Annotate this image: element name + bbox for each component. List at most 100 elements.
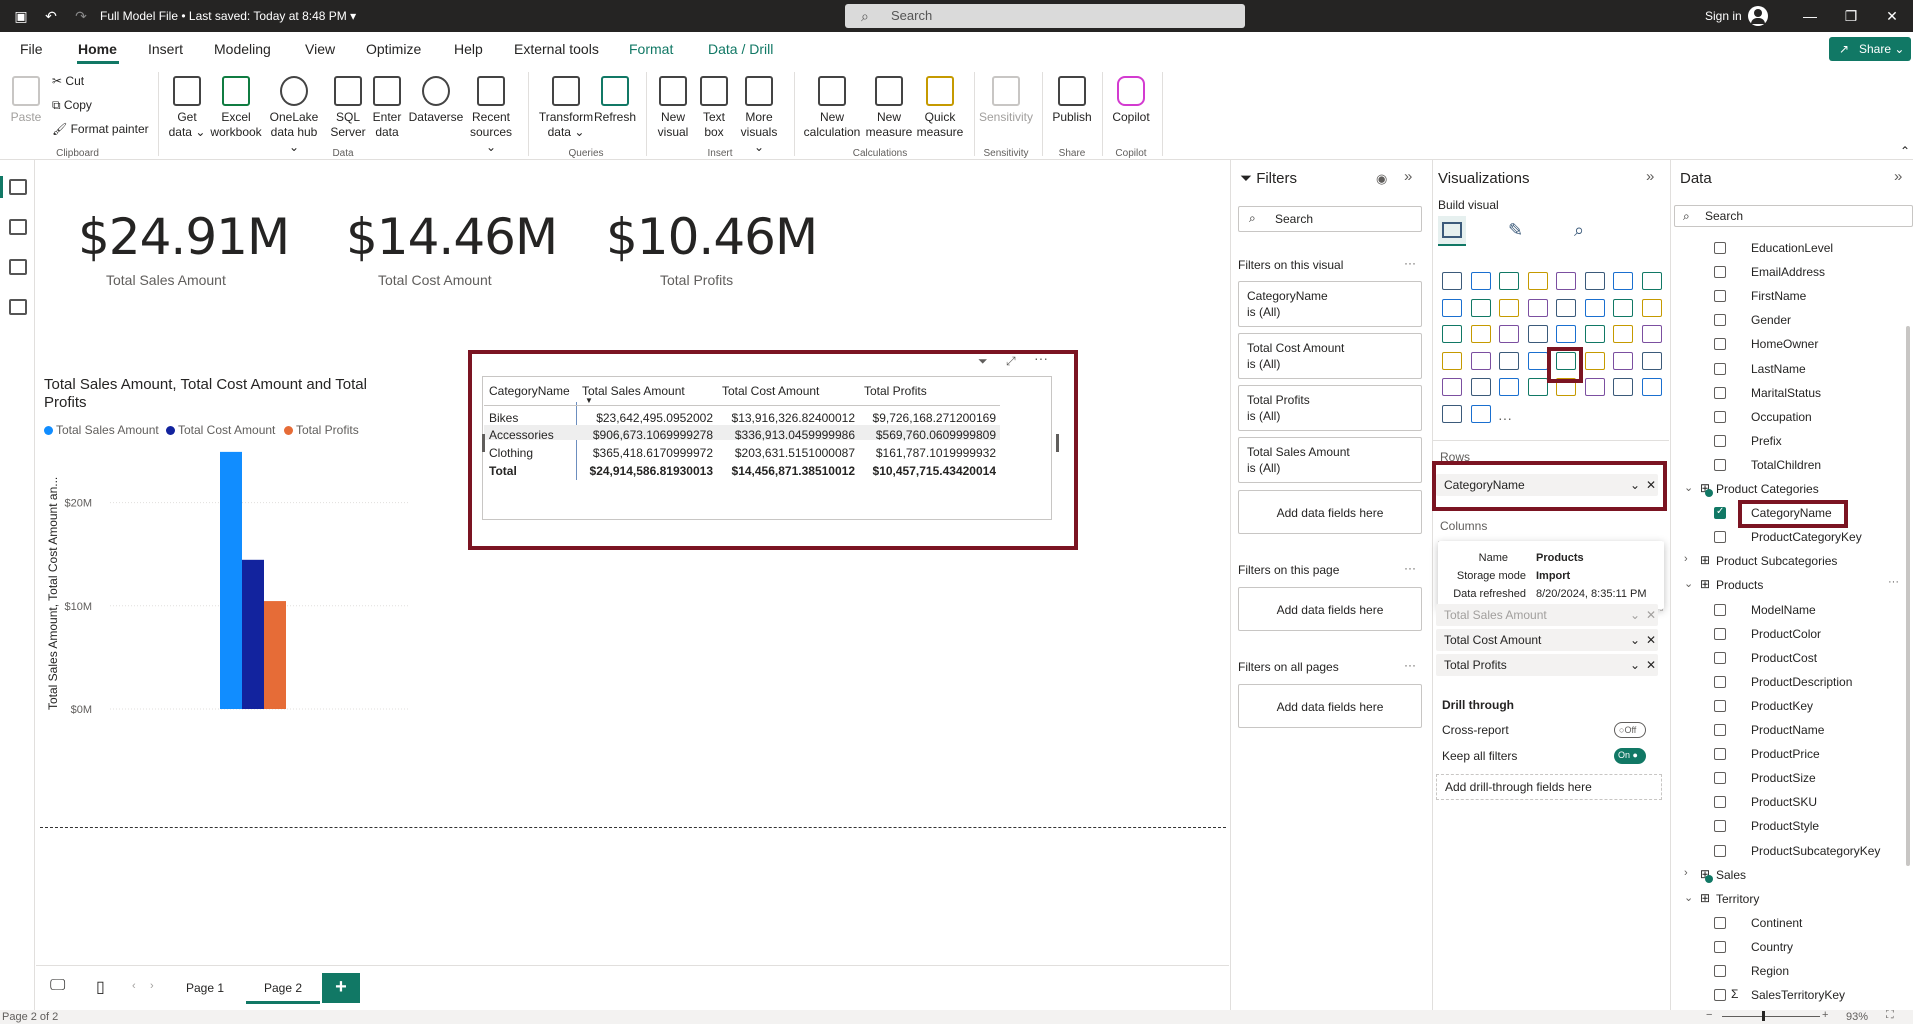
more-options-icon[interactable]: ··· xyxy=(1888,576,1899,588)
report-builder-icon[interactable] xyxy=(1584,378,1605,396)
chevron-down-icon[interactable]: ⌄ xyxy=(1684,481,1693,494)
matrix-header[interactable]: Total Cost Amount xyxy=(722,384,819,398)
table-view-icon[interactable] xyxy=(9,219,27,235)
slicer-icon[interactable] xyxy=(1499,351,1519,370)
waterfall-icon[interactable] xyxy=(1584,298,1605,317)
field-checkbox[interactable] xyxy=(1714,627,1726,640)
tab-insert[interactable]: Insert xyxy=(148,41,183,57)
field-item[interactable]: Prefix xyxy=(1751,434,1782,448)
paste-button[interactable]: Paste xyxy=(6,76,46,125)
field-item[interactable]: ProductCategoryKey xyxy=(1751,530,1862,544)
field-checkbox[interactable] xyxy=(1714,242,1726,254)
table-item[interactable]: Product Subcategories xyxy=(1716,554,1837,568)
get-data-button[interactable]: Get data ⌄ xyxy=(166,76,208,140)
matrix-header[interactable]: Total Profits xyxy=(864,384,927,398)
funnel-icon[interactable] xyxy=(1613,298,1633,317)
field-checkbox[interactable] xyxy=(1714,410,1726,423)
map-icon[interactable] xyxy=(1527,325,1548,343)
data-search[interactable]: ⌕ Search xyxy=(1674,205,1913,227)
power-automate-icon[interactable] xyxy=(1641,378,1662,396)
top-search[interactable]: ⌕ Search xyxy=(845,4,1245,28)
cross-report-toggle[interactable]: ○Off xyxy=(1614,722,1646,738)
field-item[interactable]: EmailAddress xyxy=(1751,265,1825,279)
add-fields-visual[interactable]: Add data fields here xyxy=(1238,490,1422,534)
field-checkbox[interactable] xyxy=(1714,458,1726,471)
matrix-cell[interactable]: $24,914,586.81930013 xyxy=(563,464,713,478)
chevron-right-icon[interactable]: › xyxy=(1684,553,1688,565)
field-checkbox[interactable] xyxy=(1714,603,1726,616)
kpi-icon[interactable] xyxy=(1470,351,1491,370)
paginated-icon[interactable] xyxy=(1527,378,1548,396)
tab-optimize[interactable]: Optimize xyxy=(366,41,421,57)
field-item[interactable]: Continent xyxy=(1751,916,1802,930)
chevron-down-icon[interactable]: ⌄ xyxy=(1630,629,1640,651)
treemap-icon[interactable] xyxy=(1499,325,1519,343)
matrix-cell[interactable]: $10,457,715.43420014 xyxy=(846,464,996,478)
field-checkbox[interactable] xyxy=(1714,916,1726,929)
matrix-cell[interactable]: $23,642,495.0952002 xyxy=(563,411,713,425)
filter-card[interactable]: Total Sales Amount is (All) xyxy=(1238,437,1422,483)
close-icon[interactable]: ✕ xyxy=(1882,6,1902,26)
dax-query-icon[interactable] xyxy=(9,299,27,315)
field-checkbox[interactable] xyxy=(1714,506,1726,520)
stacked-column-icon[interactable] xyxy=(1470,272,1491,290)
prev-page-icon[interactable]: ‹ xyxy=(132,980,136,992)
field-item[interactable]: ProductKey xyxy=(1751,699,1813,713)
card-icon[interactable] xyxy=(1641,325,1662,343)
field-item[interactable]: EducationLevel xyxy=(1751,241,1833,255)
field-item[interactable]: LastName xyxy=(1751,362,1806,376)
table-item[interactable]: Territory xyxy=(1716,892,1759,906)
field-checkbox[interactable] xyxy=(1714,699,1726,712)
legend-item[interactable]: Total Sales Amount xyxy=(44,423,159,437)
resize-handle[interactable] xyxy=(1056,434,1059,452)
field-item[interactable]: Occupation xyxy=(1751,410,1812,424)
more-visuals-icon[interactable]: ··· xyxy=(1498,410,1512,426)
field-checkbox[interactable] xyxy=(1714,266,1726,279)
line-icon[interactable] xyxy=(1613,272,1633,290)
narrative-icon[interactable] xyxy=(1499,378,1519,396)
tab-home[interactable]: Home xyxy=(78,41,117,57)
collapse-ribbon-icon[interactable]: ⌃ xyxy=(1900,144,1910,158)
line-column-icon[interactable] xyxy=(1499,298,1519,317)
100-bar-icon[interactable] xyxy=(1556,272,1576,290)
publish-button[interactable]: Publish xyxy=(1048,76,1096,125)
quick-measure-button[interactable]: Quick measure xyxy=(914,76,966,140)
new-measure-button[interactable]: New measure xyxy=(864,76,914,140)
area-icon[interactable] xyxy=(1641,272,1662,290)
field-item[interactable]: ModelName xyxy=(1751,603,1816,617)
chevron-down-icon[interactable]: ⌄ xyxy=(1684,577,1693,590)
matrix-cell[interactable]: $13,916,326.82400012 xyxy=(705,411,855,425)
legend-item[interactable]: Total Profits xyxy=(284,423,359,437)
collapse-viz-icon[interactable]: » xyxy=(1646,168,1654,185)
add-page-button[interactable]: + xyxy=(322,973,360,1003)
table-icon[interactable] xyxy=(1527,351,1548,370)
page-tab-active[interactable]: Page 2 xyxy=(264,981,302,995)
decomposition-icon[interactable] xyxy=(1442,378,1462,396)
field-item[interactable]: Region xyxy=(1751,964,1789,978)
python-visual-icon[interactable] xyxy=(1613,351,1633,370)
pie-icon[interactable] xyxy=(1442,325,1462,343)
field-checkbox[interactable] xyxy=(1714,965,1726,977)
mobile-layout-icon[interactable]: ▯ xyxy=(96,977,105,997)
copilot-button[interactable]: Copilot xyxy=(1106,76,1156,125)
field-checkbox[interactable] xyxy=(1714,724,1726,736)
format-painter-button[interactable]: 🖌 Format painter xyxy=(52,122,149,136)
text-box-button[interactable]: Text box xyxy=(694,76,734,140)
model-view-icon[interactable] xyxy=(9,259,27,275)
tab-view[interactable]: View xyxy=(305,41,335,57)
tab-modeling[interactable]: Modeling xyxy=(214,41,271,57)
donut-icon[interactable] xyxy=(1470,325,1491,343)
matrix-row-header[interactable]: Total xyxy=(489,464,517,478)
new-visual-button[interactable]: New visual xyxy=(652,76,694,140)
more-options-icon[interactable]: ··· xyxy=(1404,256,1416,270)
qa-icon[interactable] xyxy=(1470,378,1491,396)
analytics-icon[interactable]: ⌕ xyxy=(1574,220,1584,241)
values-field[interactable]: Total Sales Amount ⌄ ✕ xyxy=(1436,604,1658,626)
new-calculation-button[interactable]: New calculation xyxy=(800,76,864,140)
file-title[interactable]: Full Model File • Last saved: Today at 8… xyxy=(100,9,356,23)
field-checkbox[interactable] xyxy=(1714,748,1726,761)
format-visual-icon[interactable]: ✎ xyxy=(1508,220,1523,241)
field-item[interactable]: MaritalStatus xyxy=(1751,386,1821,400)
remove-field-icon[interactable]: ✕ xyxy=(1646,474,1656,496)
zoom-slider[interactable] xyxy=(1722,1016,1820,1017)
